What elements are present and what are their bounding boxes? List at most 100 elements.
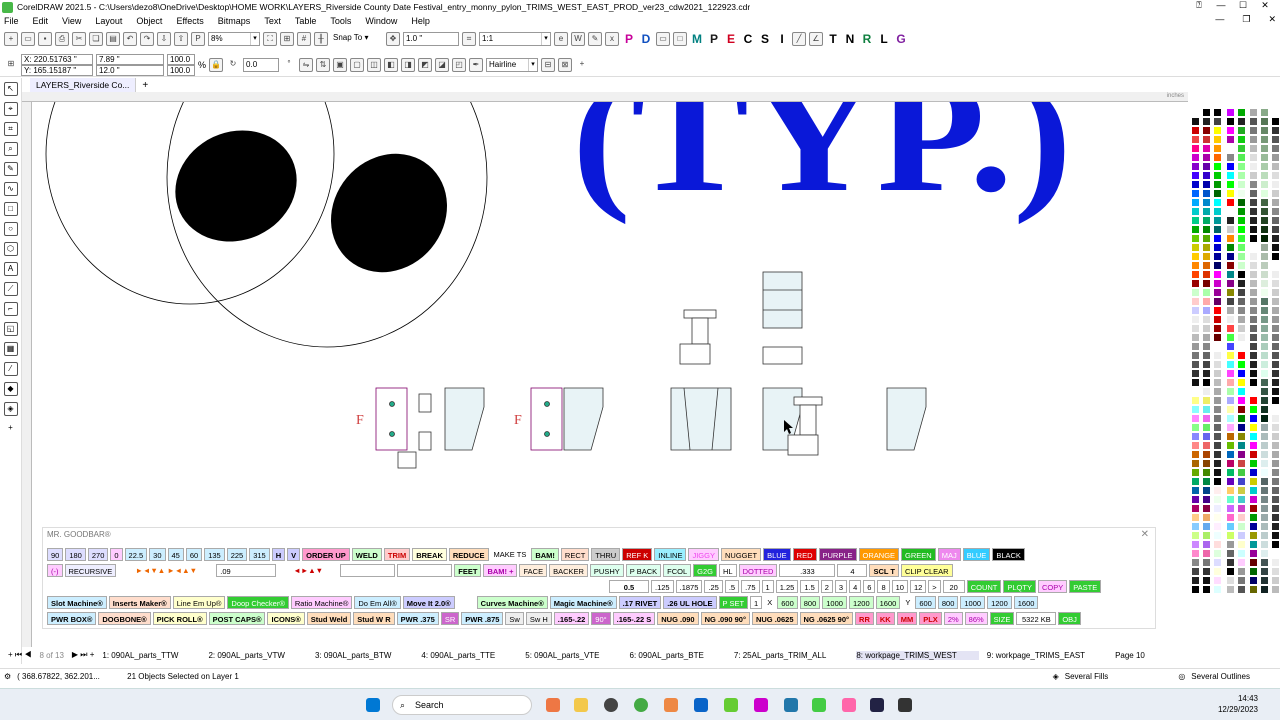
macro-w-icon[interactable]: W [571, 32, 585, 46]
copy-icon[interactable]: ❏ [89, 32, 103, 46]
color-swatch[interactable] [1237, 549, 1246, 558]
eighty-six-percent-button[interactable]: 86% [964, 612, 988, 625]
save-icon[interactable]: ▪ [38, 32, 52, 46]
color-swatch[interactable] [1260, 513, 1269, 522]
color-swatch[interactable] [1260, 450, 1269, 459]
color-swatch[interactable] [1226, 117, 1235, 126]
color-swatch[interactable] [1202, 144, 1211, 153]
color-swatch[interactable] [1191, 243, 1200, 252]
color-swatch[interactable] [1237, 459, 1246, 468]
color-swatch[interactable] [1237, 261, 1246, 270]
color-swatch[interactable] [1202, 450, 1211, 459]
color-swatch[interactable] [1260, 315, 1269, 324]
angle-90-button[interactable]: 90° [591, 612, 611, 625]
color-swatch[interactable] [1237, 414, 1246, 423]
sw-button[interactable]: Sw [505, 612, 524, 625]
scl-t-button[interactable]: SCL T [869, 564, 899, 577]
color-swatch[interactable] [1191, 351, 1200, 360]
color-swatch[interactable] [1213, 558, 1222, 567]
step-15-button[interactable]: 1.5 [800, 580, 819, 593]
step-0125-button[interactable]: .125 [651, 580, 674, 593]
color-swatch[interactable] [1249, 558, 1258, 567]
color-swatch[interactable] [1226, 558, 1235, 567]
color-swatch[interactable] [1237, 477, 1246, 486]
x-600-button[interactable]: 600 [777, 596, 798, 609]
range-165-button[interactable]: .165-.22 [553, 612, 590, 625]
color-swatch[interactable] [1249, 441, 1258, 450]
g2g-button[interactable]: G2G [693, 564, 717, 577]
color-swatch[interactable] [1202, 153, 1211, 162]
color-swatch[interactable] [1213, 342, 1222, 351]
undo-icon[interactable]: ↶ [123, 32, 137, 46]
color-swatch[interactable] [1226, 513, 1235, 522]
document-tab[interactable]: LAYERS_Riverside Co... [30, 78, 137, 92]
menu-text[interactable]: Text [264, 16, 281, 26]
color-swatch[interactable] [1271, 360, 1280, 369]
color-swatch[interactable] [1271, 531, 1280, 540]
color-swatch[interactable] [1226, 549, 1235, 558]
color-swatch[interactable] [1213, 441, 1222, 450]
color-swatch[interactable] [1271, 387, 1280, 396]
freehand-tool-icon[interactable]: ✎ [3, 162, 18, 176]
macro-button-i[interactable]: I [775, 32, 789, 46]
color-swatch[interactable] [1213, 369, 1222, 378]
rot-135-button[interactable]: 135 [204, 548, 225, 561]
dotted-button[interactable]: DOTTED [738, 564, 778, 577]
color-swatch[interactable] [1249, 234, 1258, 243]
color-swatch[interactable] [1249, 477, 1258, 486]
menu-help[interactable]: Help [411, 16, 430, 26]
color-swatch[interactable] [1191, 171, 1200, 180]
show-rulers-icon[interactable]: ⊞ [280, 32, 294, 46]
p-set-button[interactable]: P SET [718, 596, 749, 609]
color-swatch[interactable] [1237, 522, 1246, 531]
color-swatch[interactable] [1271, 126, 1280, 135]
add-icon[interactable]: + [575, 58, 589, 72]
color-swatch[interactable] [1271, 513, 1280, 522]
x-position-field[interactable]: X: 220.51763 " [21, 53, 93, 65]
page-tab-6[interactable]: 6: 090AL_parts_BTE [630, 651, 726, 660]
color-swatch[interactable] [1202, 252, 1211, 261]
mm-button[interactable]: MM [896, 612, 918, 625]
color-swatch[interactable] [1226, 297, 1235, 306]
typ-headline[interactable]: (TYP.) [572, 102, 1072, 225]
color-swatch[interactable] [1213, 189, 1222, 198]
color-swatch[interactable] [1213, 405, 1222, 414]
color-swatch[interactable] [1226, 585, 1235, 594]
count-field[interactable]: 4 [837, 564, 868, 577]
macro-button-g[interactable]: G [894, 32, 908, 46]
color-swatch[interactable] [1213, 126, 1222, 135]
color-swatch[interactable] [1191, 585, 1200, 594]
color-swatch[interactable] [1191, 540, 1200, 549]
color-swatch[interactable] [1237, 450, 1246, 459]
y-1600-button[interactable]: 1600 [1013, 596, 1039, 609]
color-swatch[interactable] [1237, 270, 1246, 279]
color-swatch[interactable] [1260, 144, 1269, 153]
color-swatch[interactable] [1213, 171, 1222, 180]
x-1000-button[interactable]: 1000 [822, 596, 847, 609]
color-swatch[interactable] [1249, 351, 1258, 360]
color-swatch[interactable] [1260, 459, 1269, 468]
menu-object[interactable]: Object [136, 16, 162, 26]
color-swatch[interactable] [1213, 504, 1222, 513]
color-swatch[interactable] [1213, 387, 1222, 396]
zoom-tool-icon[interactable]: ⌕ [3, 142, 18, 156]
color-swatch[interactable] [1202, 270, 1211, 279]
color-swatch[interactable] [1191, 495, 1200, 504]
color-swatch[interactable] [1249, 198, 1258, 207]
kk-button[interactable]: KK [875, 612, 895, 625]
pwr-375-button[interactable]: PWR .375 [396, 612, 439, 625]
color-swatch[interactable] [1249, 261, 1258, 270]
macro-button-r[interactable]: R [860, 32, 874, 46]
page-tab-9[interactable]: 9: workpage_TRIMS_EAST [987, 651, 1107, 660]
macro-button-d[interactable]: D [639, 32, 653, 46]
show-grid-icon[interactable]: # [297, 32, 311, 46]
macro-button-l[interactable]: L [877, 32, 891, 46]
p-back-button[interactable]: P BACK [625, 564, 662, 577]
redo-icon[interactable]: ↷ [140, 32, 154, 46]
group-icon[interactable]: ▣ [333, 57, 348, 72]
menu-tools[interactable]: Tools [330, 16, 351, 26]
color-swatch[interactable] [1260, 153, 1269, 162]
color-swatch[interactable] [1191, 522, 1200, 531]
color-swatch[interactable] [1202, 387, 1211, 396]
macro-line-icon[interactable]: ╱ [792, 32, 806, 46]
